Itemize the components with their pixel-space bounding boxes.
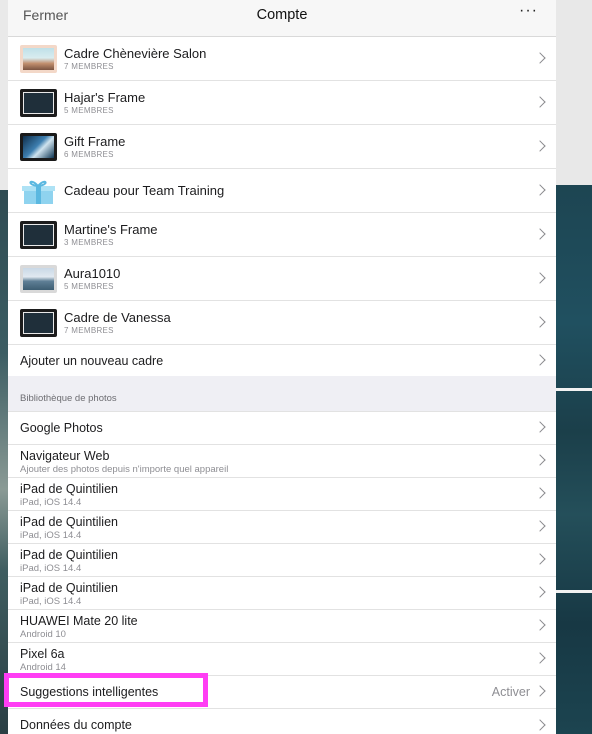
account-data-row[interactable]: Données du compte	[8, 709, 556, 734]
frame-members: 3 MEMBRES	[64, 238, 114, 247]
frame-members: 5 MEMBRES	[64, 282, 114, 291]
frame-name: Cadeau pour Team Training	[64, 183, 225, 198]
library-title: HUAWEI Mate 20 lite	[20, 614, 138, 628]
add-frame-label: Ajouter un nouveau cadre	[20, 354, 164, 368]
section-title: Bibliothèque de photos	[20, 393, 117, 404]
frame-name: Cadre Chènevière Salon	[64, 46, 207, 61]
chevron-right-icon	[534, 487, 546, 499]
chevron-right-icon	[534, 51, 546, 64]
account-sheet: Fermer Compte ··· Cadre Chènevière Salon…	[8, 0, 556, 734]
chevron-right-icon	[534, 421, 546, 433]
frame-members: 7 MEMBRES	[64, 62, 114, 71]
chevron-right-icon	[534, 354, 546, 366]
frame-name: Hajar's Frame	[64, 90, 146, 105]
library-row-device[interactable]: iPad de Quintilien iPad, iOS 14.4	[8, 577, 556, 610]
library-row-device[interactable]: iPad de Quintilien iPad, iOS 14.4	[8, 544, 556, 577]
background-photo-right	[556, 185, 592, 734]
frame-name: Martine's Frame	[64, 222, 158, 237]
frame-row[interactable]: Hajar's Frame 5 MEMBRES	[8, 81, 556, 125]
frame-row[interactable]: Martine's Frame 3 MEMBRES	[8, 213, 556, 257]
frame-thumbnail	[20, 265, 57, 293]
chevron-right-icon	[534, 139, 546, 152]
frame-thumbnail	[20, 133, 57, 161]
library-title: iPad de Quintilien	[20, 548, 118, 562]
background-divider	[556, 388, 592, 391]
account-data-label: Données du compte	[20, 718, 132, 732]
chevron-right-icon	[534, 718, 546, 731]
library-title: iPad de Quintilien	[20, 581, 118, 595]
background-photo-left	[0, 190, 8, 734]
navigation-bar: Fermer Compte ···	[8, 0, 556, 37]
frame-members: 7 MEMBRES	[64, 326, 114, 335]
frame-thumbnail	[20, 309, 57, 337]
frame-members: 5 MEMBRES	[64, 106, 114, 115]
add-frame-row[interactable]: Ajouter un nouveau cadre	[8, 345, 556, 377]
library-subtitle: Ajouter des photos depuis n'importe quel…	[20, 464, 229, 475]
frame-row[interactable]: Cadre Chènevière Salon 7 MEMBRES	[8, 37, 556, 81]
library-row-device[interactable]: iPad de Quintilien iPad, iOS 14.4	[8, 478, 556, 511]
frame-name: Cadre de Vanessa	[64, 310, 171, 325]
chevron-right-icon	[534, 685, 546, 697]
photo-library-header: Bibliothèque de photos	[8, 376, 556, 411]
frame-row[interactable]: Cadre de Vanessa 7 MEMBRES	[8, 301, 556, 345]
library-row-device[interactable]: iPad de Quintilien iPad, iOS 14.4	[8, 511, 556, 544]
library-subtitle: iPad, iOS 14.4	[20, 563, 82, 574]
chevron-right-icon	[534, 553, 546, 565]
library-row-device[interactable]: HUAWEI Mate 20 lite Android 10	[8, 610, 556, 643]
frame-name: Gift Frame	[64, 134, 126, 149]
frame-row[interactable]: Aura1010 5 MEMBRES	[8, 257, 556, 301]
frame-members: 6 MEMBRES	[64, 150, 114, 159]
chevron-right-icon	[534, 271, 546, 284]
chevron-right-icon	[534, 652, 546, 664]
library-title: Navigateur Web	[20, 449, 110, 463]
library-row-web-browser[interactable]: Navigateur Web Ajouter des photos depuis…	[8, 445, 556, 478]
more-icon[interactable]: ···	[519, 2, 538, 20]
frames-list: Cadre Chènevière Salon 7 MEMBRES Hajar's…	[8, 37, 556, 377]
chevron-right-icon	[534, 454, 546, 466]
frame-row[interactable]: Cadeau pour Team Training	[8, 169, 556, 213]
chevron-right-icon	[534, 95, 546, 108]
chevron-right-icon	[534, 520, 546, 532]
library-title: iPad de Quintilien	[20, 515, 118, 529]
activate-link[interactable]: Activer	[492, 685, 530, 699]
library-subtitle: iPad, iOS 14.4	[20, 596, 82, 607]
library-row-google-photos[interactable]: Google Photos	[8, 412, 556, 445]
library-title: iPad de Quintilien	[20, 482, 118, 496]
frame-row[interactable]: Gift Frame 6 MEMBRES	[8, 125, 556, 169]
frame-thumbnail	[20, 45, 57, 73]
frame-thumbnail	[20, 221, 57, 249]
library-title: Google Photos	[20, 421, 103, 435]
library-subtitle: iPad, iOS 14.4	[20, 497, 82, 508]
highlight-box	[4, 673, 208, 707]
background-divider	[556, 590, 592, 593]
chevron-right-icon	[534, 315, 546, 328]
chevron-right-icon	[534, 586, 546, 598]
chevron-right-icon	[534, 183, 546, 196]
library-subtitle: iPad, iOS 14.4	[20, 530, 82, 541]
chevron-right-icon	[534, 227, 546, 240]
library-subtitle: Android 10	[20, 629, 66, 640]
chevron-right-icon	[534, 619, 546, 631]
frame-name: Aura1010	[64, 266, 121, 281]
library-subtitle: Android 14	[20, 662, 66, 673]
library-row-device[interactable]: Pixel 6a Android 14	[8, 643, 556, 676]
page-title: Compte	[256, 7, 308, 23]
frame-thumbnail	[20, 89, 57, 117]
library-title: Pixel 6a	[20, 647, 65, 661]
gift-icon	[20, 177, 57, 205]
